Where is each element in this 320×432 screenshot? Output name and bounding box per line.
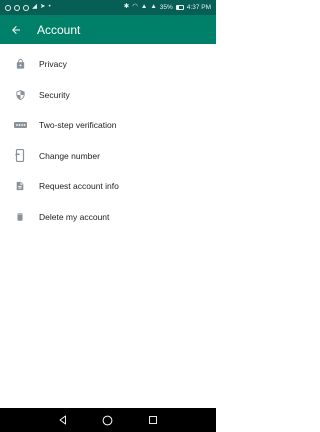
screen: ◢ ➤ • ✱ ◠ ▲ ▲ 35% 4:37 PM Account Privac… xyxy=(0,0,216,432)
nav-back-button[interactable] xyxy=(55,412,71,428)
status-bar: ◢ ➤ • ✱ ◠ ▲ ▲ 35% 4:37 PM xyxy=(0,0,216,15)
wifi-icon: ◠ xyxy=(132,3,138,11)
notification-icon xyxy=(23,4,29,11)
arrow-back-icon xyxy=(12,25,20,34)
notification-icon xyxy=(5,4,11,11)
nav-home-icon xyxy=(103,415,113,425)
dots-password-icon xyxy=(13,118,27,132)
document-icon xyxy=(13,179,27,193)
trash-icon xyxy=(13,210,27,224)
settings-item-label: Delete my account xyxy=(39,211,110,222)
page-title: Account xyxy=(37,22,81,37)
notification-icon: ◢ xyxy=(32,3,37,11)
lock-icon xyxy=(13,57,27,71)
status-notifications: ◢ ➤ • xyxy=(5,4,51,11)
app-bar: Account xyxy=(0,15,216,44)
bluetooth-icon: ✱ xyxy=(123,3,130,11)
battery-percent: 35% xyxy=(159,4,173,11)
settings-item-security[interactable]: Security xyxy=(0,80,216,111)
signal-icon: ▲ xyxy=(150,3,157,11)
nav-recents-icon xyxy=(149,416,158,424)
settings-item-privacy[interactable]: Privacy xyxy=(0,49,216,80)
phone-swap-icon xyxy=(13,149,27,163)
settings-item-delete-account[interactable]: Delete my account xyxy=(0,202,216,233)
settings-item-label: Change number xyxy=(39,150,100,161)
settings-item-label: Two-step verification xyxy=(39,120,117,131)
nav-home-button[interactable] xyxy=(100,412,116,428)
settings-list: Privacy Security Two-step verification C… xyxy=(0,49,216,232)
shield-icon xyxy=(13,88,27,102)
more-notifications-icon: • xyxy=(48,3,51,11)
notification-icon xyxy=(14,4,20,11)
settings-item-change-number[interactable]: Change number xyxy=(0,141,216,172)
clock: 4:37 PM xyxy=(186,4,211,11)
nav-back-icon xyxy=(59,415,66,425)
system-nav-bar xyxy=(0,408,216,432)
status-system: ✱ ◠ ▲ ▲ 35% 4:37 PM xyxy=(124,4,211,11)
battery-icon xyxy=(175,5,184,10)
send-icon: ➤ xyxy=(40,3,46,11)
settings-item-label: Privacy xyxy=(39,59,67,70)
settings-item-label: Security xyxy=(39,89,70,100)
signal-icon: ▲ xyxy=(140,3,148,11)
settings-item-two-step-verification[interactable]: Two-step verification xyxy=(0,110,216,141)
back-button[interactable] xyxy=(3,15,29,44)
settings-item-request-account-info[interactable]: Request account info xyxy=(0,171,216,202)
battery-fill xyxy=(176,6,179,9)
settings-item-label: Request account info xyxy=(39,181,119,192)
nav-recents-button[interactable] xyxy=(145,412,161,428)
